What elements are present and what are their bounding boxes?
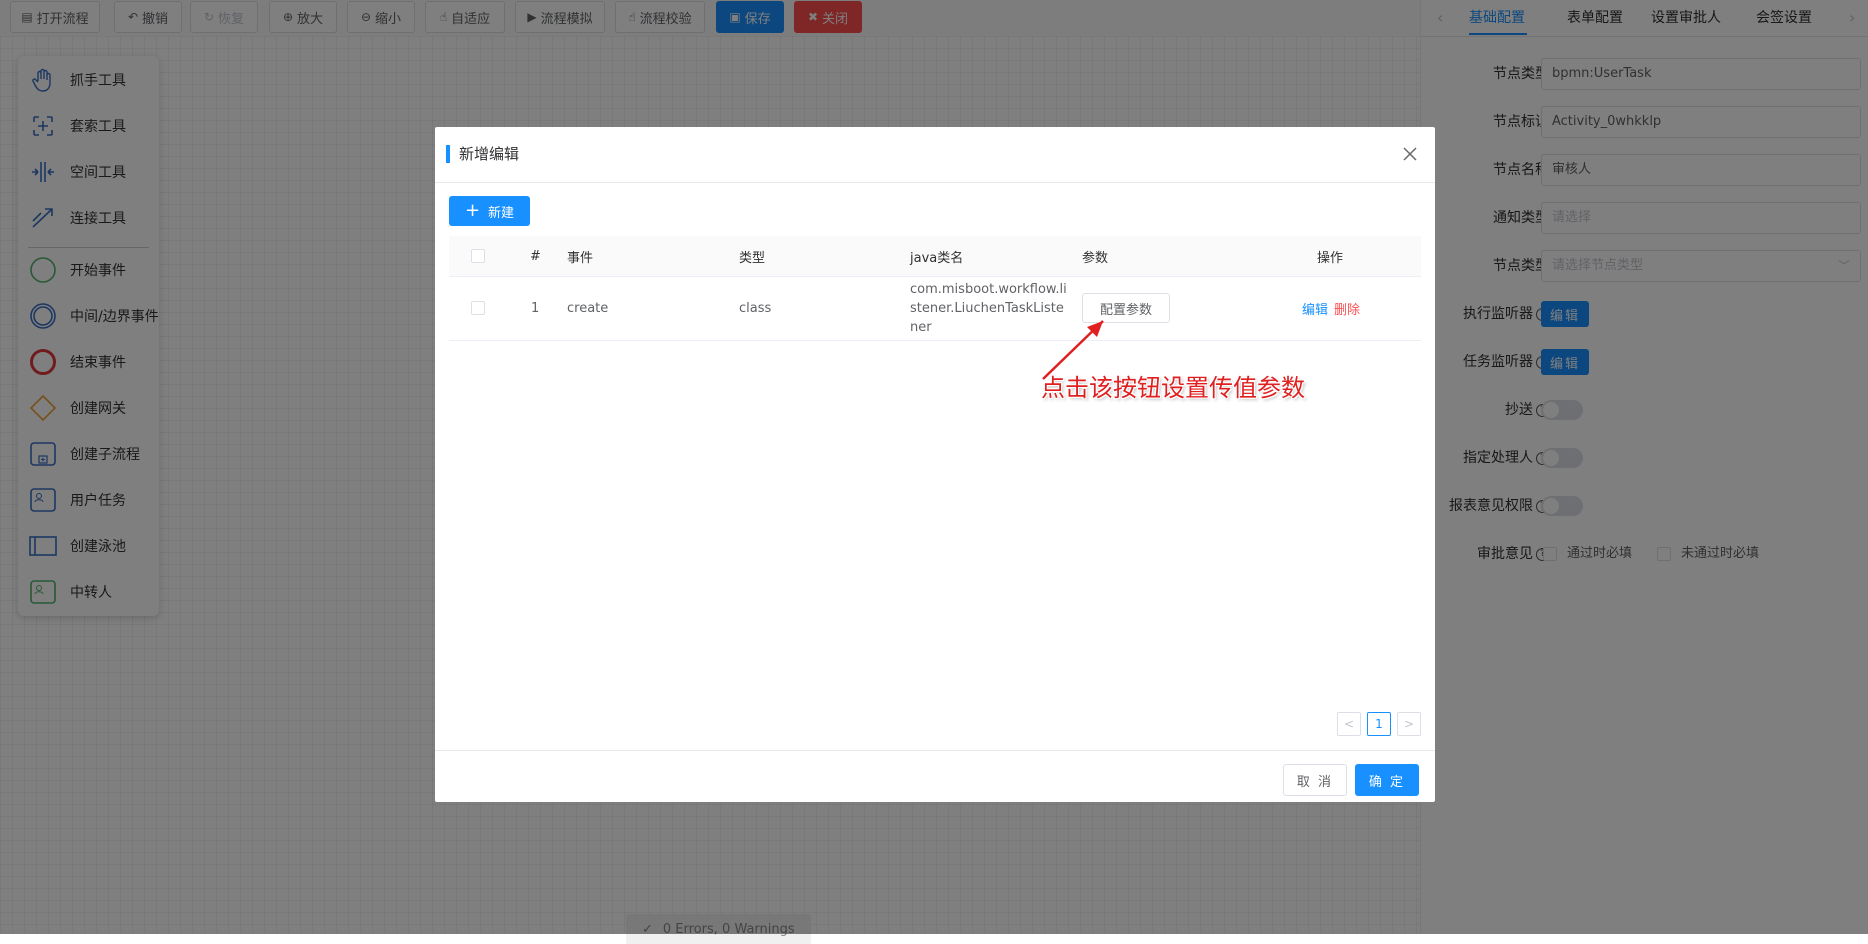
col-params: 参数 [1082,250,1109,266]
table-header: # 事件 类型 java类名 参数 操作 [449,236,1421,277]
row-edit-link[interactable]: 编辑 [1302,299,1328,318]
listener-edit-dialog: 新增编辑 + 新建 # 事件 类型 java类名 参数 操作 1 create c… [435,127,1435,802]
title-accent-bar [446,145,450,163]
dialog-footer: 取 消 确 定 [435,750,1435,803]
select-all-checkbox[interactable] [471,249,485,263]
dialog-title: 新增编辑 [459,145,520,163]
col-actions: 操作 [1317,250,1344,266]
prev-page-button[interactable]: < [1337,712,1361,736]
row-checkbox[interactable] [471,301,485,315]
cancel-button[interactable]: 取 消 [1283,764,1347,796]
close-icon[interactable] [1399,143,1421,165]
col-type: 类型 [739,250,766,266]
dialog-header: 新增编辑 [435,127,1435,183]
confirm-button[interactable]: 确 定 [1355,764,1419,796]
next-page-button[interactable]: > [1397,712,1421,736]
row-delete-link[interactable]: 删除 [1334,299,1360,318]
col-index: # [530,248,541,264]
new-listener-button[interactable]: + 新建 [449,196,530,226]
bpmn-designer-app: ▤打开流程 ↶撤销 ↻恢复 ⊕放大 ⊖缩小 ☝自适应 ▶流程模拟 ☝流程校验 ▣… [0,0,1868,944]
table-row: 1 create class com.misboot.workflow.list… [449,276,1421,341]
col-java-class: java类名 [910,250,964,266]
annotation-text: 点击该按钮设置传值参数 [1041,374,1305,402]
col-event: 事件 [567,250,594,266]
page-1-button[interactable]: 1 [1367,712,1391,736]
plus-icon: + [464,200,481,221]
